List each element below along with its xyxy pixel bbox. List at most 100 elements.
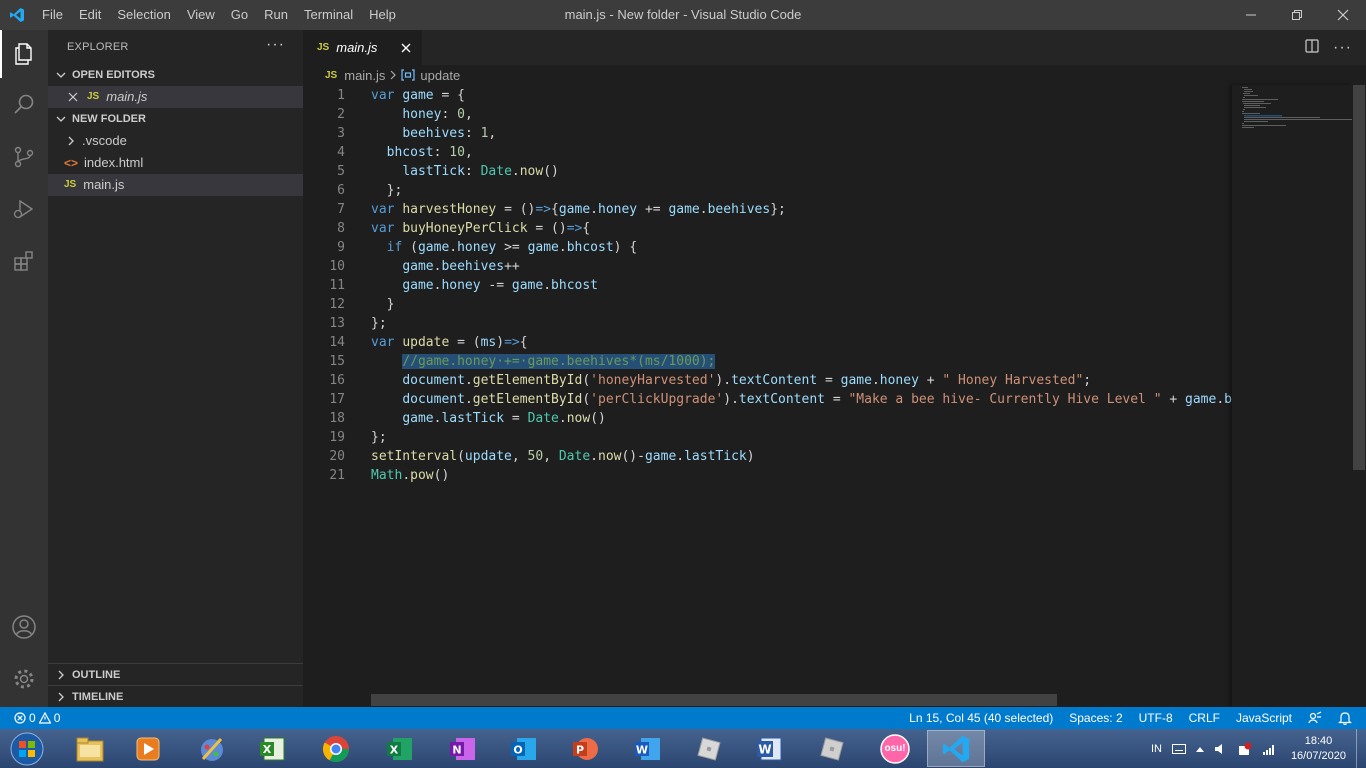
network-icon[interactable] [1257, 743, 1281, 755]
taskbar-outlook[interactable]: O [494, 730, 552, 767]
code-line: 11 game.honey -= game.bhcost [303, 276, 1232, 295]
code-line: 4 bhcost: 10, [303, 143, 1232, 162]
manage-activity-button[interactable] [0, 655, 48, 703]
show-hidden-icons-icon[interactable] [1191, 746, 1209, 752]
close-window-button[interactable] [1320, 0, 1366, 30]
menu-view[interactable]: View [179, 0, 223, 30]
onenote-icon: N [450, 737, 475, 760]
accounts-activity-button[interactable] [0, 603, 48, 651]
vertical-scrollbar[interactable] [1352, 85, 1366, 707]
start-button[interactable] [0, 730, 54, 767]
clock-date: 16/07/2020 [1290, 749, 1346, 762]
menu-help[interactable]: Help [361, 0, 404, 30]
line-number: 4 [337, 145, 345, 160]
volume-icon[interactable] [1209, 743, 1233, 755]
input-language[interactable]: IN [1146, 743, 1167, 755]
word-icon: W [635, 737, 660, 760]
show-desktop-button[interactable] [1356, 729, 1366, 768]
line-number: 19 [329, 430, 345, 445]
menu-terminal[interactable]: Terminal [296, 0, 361, 30]
taskbar-roblox[interactable] [680, 730, 738, 767]
extensions-activity-button[interactable] [0, 237, 48, 285]
vscode-icon [942, 735, 970, 762]
open-editor-item[interactable]: JS main.js [48, 86, 303, 108]
split-editor-button[interactable] [1305, 39, 1319, 56]
tree-item-vscode[interactable]: .vscode [48, 130, 303, 152]
outline-section[interactable]: OUTLINE [48, 663, 303, 685]
minimap-preview [1242, 87, 1352, 128]
breadcrumb-file[interactable]: main.js [344, 68, 385, 83]
code-editor[interactable]: 1 var game = { 2 honey: 0, 3 beehives: 1,… [303, 85, 1232, 707]
encoding-status[interactable]: UTF-8 [1131, 707, 1181, 729]
minimap[interactable] [1232, 85, 1352, 707]
tree-item-index-html[interactable]: <> index.html [48, 152, 303, 174]
taskbar-excel-old[interactable]: X [244, 730, 302, 767]
open-editors-section[interactable]: OPEN EDITORS [48, 64, 303, 86]
close-editor-icon[interactable] [68, 92, 82, 102]
code-line: 5 lastTick: Date.now() [303, 162, 1232, 181]
menu-run[interactable]: Run [256, 0, 296, 30]
account-icon [12, 615, 36, 639]
minimize-button[interactable] [1228, 0, 1274, 30]
menu-selection[interactable]: Selection [109, 0, 178, 30]
breadcrumb: JS main.js update [303, 65, 460, 85]
taskbar-powerpoint[interactable]: P [556, 730, 614, 767]
close-tab-button[interactable] [398, 40, 414, 56]
explorer-activity-button[interactable] [0, 30, 48, 78]
feedback-button[interactable] [1300, 711, 1330, 725]
taskbar-chrome[interactable] [307, 730, 365, 767]
taskbar-paint-tool[interactable] [183, 730, 241, 767]
open-editors-title: OPEN EDITORS [72, 69, 155, 81]
horizontal-scrollbar-thumb[interactable] [371, 694, 1057, 706]
gear-icon [14, 669, 34, 689]
files-icon [15, 43, 32, 65]
menu-go[interactable]: Go [223, 0, 256, 30]
chevron-down-icon [54, 114, 68, 124]
more-actions-icon[interactable]: ··· [1333, 39, 1352, 57]
taskbar-osu[interactable]: osu! [866, 730, 924, 767]
taskbar-file-explorer[interactable] [61, 730, 119, 767]
feedback-icon [1308, 711, 1322, 724]
problems-status[interactable]: 0 0 [0, 707, 68, 729]
close-icon [401, 43, 411, 53]
vertical-scrollbar-thumb[interactable] [1353, 85, 1365, 470]
code-line: 10 game.beehives++ [303, 257, 1232, 276]
menu-edit[interactable]: Edit [71, 0, 109, 30]
folder-section[interactable]: NEW FOLDER [48, 108, 303, 130]
timeline-section[interactable]: TIMELINE [48, 685, 303, 707]
keyboard-icon[interactable] [1167, 743, 1191, 754]
line-number: 11 [329, 278, 345, 293]
system-clock[interactable]: 18:40 16/07/2020 [1281, 734, 1356, 764]
code-line: 1 var game = { [303, 86, 1232, 105]
window-controls [1228, 0, 1366, 30]
indentation-status[interactable]: Spaces: 2 [1061, 707, 1130, 729]
line-number: 7 [337, 202, 345, 217]
taskbar-vscode[interactable] [927, 730, 985, 767]
taskbar-word-old[interactable]: W [741, 730, 799, 767]
vscode-logo-icon [0, 0, 34, 30]
security-alert-icon[interactable] [1233, 742, 1257, 756]
menu-file[interactable]: File [34, 0, 71, 30]
tab-main-js[interactable]: JS main.js [303, 30, 422, 65]
taskbar-excel[interactable]: X [370, 730, 428, 767]
taskbar-word[interactable]: W [618, 730, 676, 767]
tree-item-main-js[interactable]: JS main.js [48, 174, 303, 196]
language-status[interactable]: JavaScript [1228, 707, 1300, 729]
more-actions-icon[interactable]: ··· [266, 30, 285, 60]
taskbar-roblox-studio[interactable] [803, 730, 861, 767]
line-number: 13 [329, 316, 345, 331]
menu-bar: File Edit Selection View Go Run Terminal… [34, 0, 404, 30]
cursor-position-status[interactable]: Ln 15, Col 45 (40 selected) [901, 707, 1061, 729]
notifications-button[interactable] [1330, 711, 1360, 725]
taskbar-media-player[interactable] [119, 730, 177, 767]
line-number: 14 [329, 335, 345, 350]
line-number: 21 [329, 468, 345, 483]
search-activity-button[interactable] [0, 80, 48, 128]
run-debug-activity-button[interactable] [0, 185, 48, 233]
restore-button[interactable] [1274, 0, 1320, 30]
title-bar: File Edit Selection View Go Run Terminal… [0, 0, 1366, 30]
source-control-activity-button[interactable] [0, 133, 48, 181]
breadcrumb-symbol[interactable]: update [420, 68, 460, 83]
taskbar-onenote[interactable]: N [433, 730, 491, 767]
eol-status[interactable]: CRLF [1181, 707, 1228, 729]
